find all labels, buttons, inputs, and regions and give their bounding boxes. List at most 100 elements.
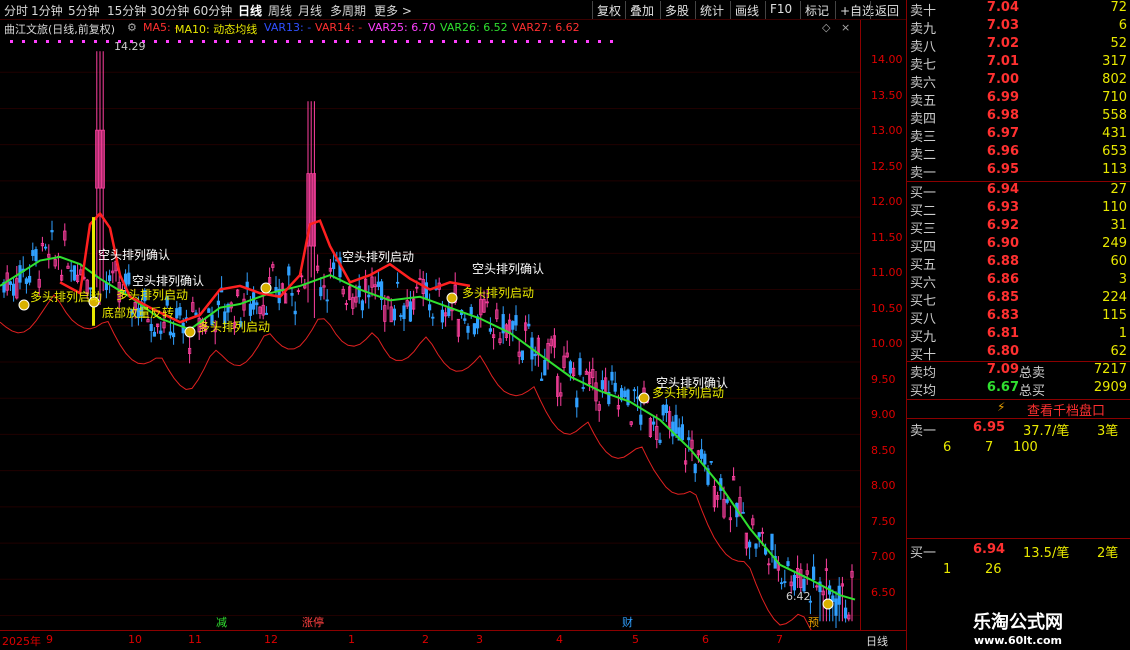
settings-icon[interactable]: ⚙: [127, 21, 137, 34]
bid-row[interactable]: 买三 6.92 31: [907, 218, 1130, 237]
adjust-button[interactable]: 复权: [592, 1, 625, 19]
candle-body: [812, 566, 816, 581]
x-tick: 2: [422, 633, 429, 646]
tab-more[interactable]: 更多 >: [374, 2, 412, 19]
lightning-icon: ⚡: [997, 400, 1006, 414]
candle-body: [568, 361, 573, 374]
indicator-legend: 曲江文旅(日线,前复权) ⚙ MA5: - MA10: 动态均线 VAR13: …: [0, 20, 860, 36]
candle-body: [632, 389, 637, 392]
ask-row[interactable]: 卖四 6.98 558: [907, 108, 1130, 127]
candle-body: [600, 380, 605, 390]
candle-body: [447, 307, 451, 317]
bid-row[interactable]: 买四 6.90 249: [907, 236, 1130, 255]
candle-body: [466, 326, 470, 333]
tab-timeframe-60min[interactable]: 60分钟: [193, 2, 232, 19]
draw-line-button[interactable]: 画线: [730, 1, 763, 19]
event-marker[interactable]: 预: [808, 614, 819, 630]
candle-body: [703, 453, 707, 465]
tab-timeframe-1min[interactable]: 1分钟: [31, 2, 63, 19]
view-thousand-level-button[interactable]: ⚡ 查看千档盘口: [907, 400, 1130, 419]
ask1-detail-row: 卖一 6.95 37.7/笔 3笔: [910, 420, 1119, 439]
multi-stock-button[interactable]: 多股: [660, 1, 693, 19]
ask-row[interactable]: 卖九 7.03 6: [907, 18, 1130, 37]
ask-row[interactable]: 卖六 7.00 802: [907, 72, 1130, 91]
indicator-dot: [154, 40, 157, 43]
candle-body: [626, 389, 630, 406]
tab-timeframe-15min[interactable]: 15分钟: [107, 2, 146, 19]
ask-row[interactable]: 卖三 6.97 431: [907, 126, 1130, 145]
bid-row[interactable]: 买一 6.94 27: [907, 182, 1130, 201]
overlay-button[interactable]: 叠加: [625, 1, 658, 19]
bid-row[interactable]: 买八 6.83 115: [907, 308, 1130, 327]
bid-row[interactable]: 买五 6.88 60: [907, 254, 1130, 273]
tab-timeframe-30min[interactable]: 30分钟: [150, 2, 189, 19]
divider: [907, 538, 1130, 539]
x-tick: 1: [348, 633, 355, 646]
back-button[interactable]: 返回: [870, 1, 903, 19]
candle-body: [527, 323, 531, 327]
bid-row[interactable]: 买二 6.93 110: [907, 200, 1130, 219]
indicator-dot: [94, 40, 97, 43]
tab-timeframe-tick[interactable]: 分时: [4, 2, 28, 19]
candle-body: [748, 541, 752, 548]
candle-body: [792, 574, 797, 591]
event-marker[interactable]: 涨停: [302, 614, 324, 630]
indicator-dot: [214, 40, 217, 43]
candle-body: [680, 424, 685, 441]
candle-body: [700, 449, 704, 459]
candle-body: [658, 439, 662, 443]
kline-chart-area[interactable]: 空头排列确认 多头排列启动 空头排列确认 多头排列启动 底部放量反转 多头排列启…: [0, 36, 860, 650]
tab-timeframe-monthly[interactable]: 月线: [298, 2, 322, 19]
tab-timeframe-weekly[interactable]: 周线: [268, 2, 292, 19]
tab-timeframe-daily[interactable]: 日线: [238, 2, 262, 19]
period-label[interactable]: 日线: [866, 633, 888, 649]
divider: [907, 418, 1130, 419]
event-marker[interactable]: 减: [216, 614, 227, 630]
bid-row[interactable]: 买六 6.86 3: [907, 272, 1130, 291]
ask-row[interactable]: 卖二 6.96 653: [907, 144, 1130, 163]
candle-body: [757, 532, 761, 537]
bid-row[interactable]: 买九 6.81 1: [907, 326, 1130, 345]
signal-label: 空头排列确认: [472, 262, 545, 276]
candle-body: [780, 582, 784, 585]
candle-body: [469, 306, 473, 315]
statistics-button[interactable]: 统计: [695, 1, 728, 19]
event-marker[interactable]: 财: [622, 614, 633, 630]
ask-row[interactable]: 卖十 7.04 72: [907, 0, 1130, 19]
candle-body: [514, 315, 518, 326]
bid-row[interactable]: 买十 6.80 62: [907, 344, 1130, 363]
money-bag-icon: [184, 326, 196, 338]
signal-label: 多头排列启动: [198, 320, 271, 334]
candle-body: [834, 598, 838, 616]
diamond-icon[interactable]: ◇: [822, 21, 830, 34]
signal-label: 多头排列启动: [652, 386, 725, 400]
candle-body: [540, 378, 544, 381]
candle-body: [255, 302, 259, 306]
candle-body: [360, 300, 365, 311]
ask-row[interactable]: 卖五 6.99 710: [907, 90, 1130, 109]
ask-row[interactable]: 卖一 6.95 113: [907, 162, 1130, 181]
x-tick: 11: [188, 633, 202, 646]
y-tick: 8.00: [871, 479, 896, 492]
indicator-dot: [322, 40, 325, 43]
indicator-dot: [610, 40, 613, 43]
candle-body: [287, 266, 291, 276]
ask-row[interactable]: 卖八 7.02 52: [907, 36, 1130, 55]
candle-body: [511, 321, 515, 330]
y-tick: 11.50: [871, 231, 903, 244]
tab-timeframe-multi[interactable]: 多周期: [330, 2, 366, 19]
candle-body: [24, 278, 29, 284]
close-icon[interactable]: ×: [841, 21, 850, 34]
tab-timeframe-5min[interactable]: 5分钟: [68, 2, 100, 19]
stock-chart-window: 分时 1分钟 5分钟 15分钟 30分钟 60分钟 日线 周线 月线 多周期 更…: [0, 0, 1130, 650]
candle-body: [725, 499, 729, 503]
candle-body: [395, 281, 400, 284]
bid1-detail-row: 买一 6.94 13.5/笔 2笔: [910, 542, 1119, 561]
f10-button[interactable]: F10: [765, 1, 796, 19]
ask-row[interactable]: 卖七 7.01 317: [907, 54, 1130, 73]
bid-row[interactable]: 买七 6.85 224: [907, 290, 1130, 309]
candle-body: [424, 282, 429, 300]
bid1-queue-row: 1 26: [943, 562, 1002, 577]
candle-body: [674, 414, 678, 434]
mark-button[interactable]: 标记: [800, 1, 833, 19]
